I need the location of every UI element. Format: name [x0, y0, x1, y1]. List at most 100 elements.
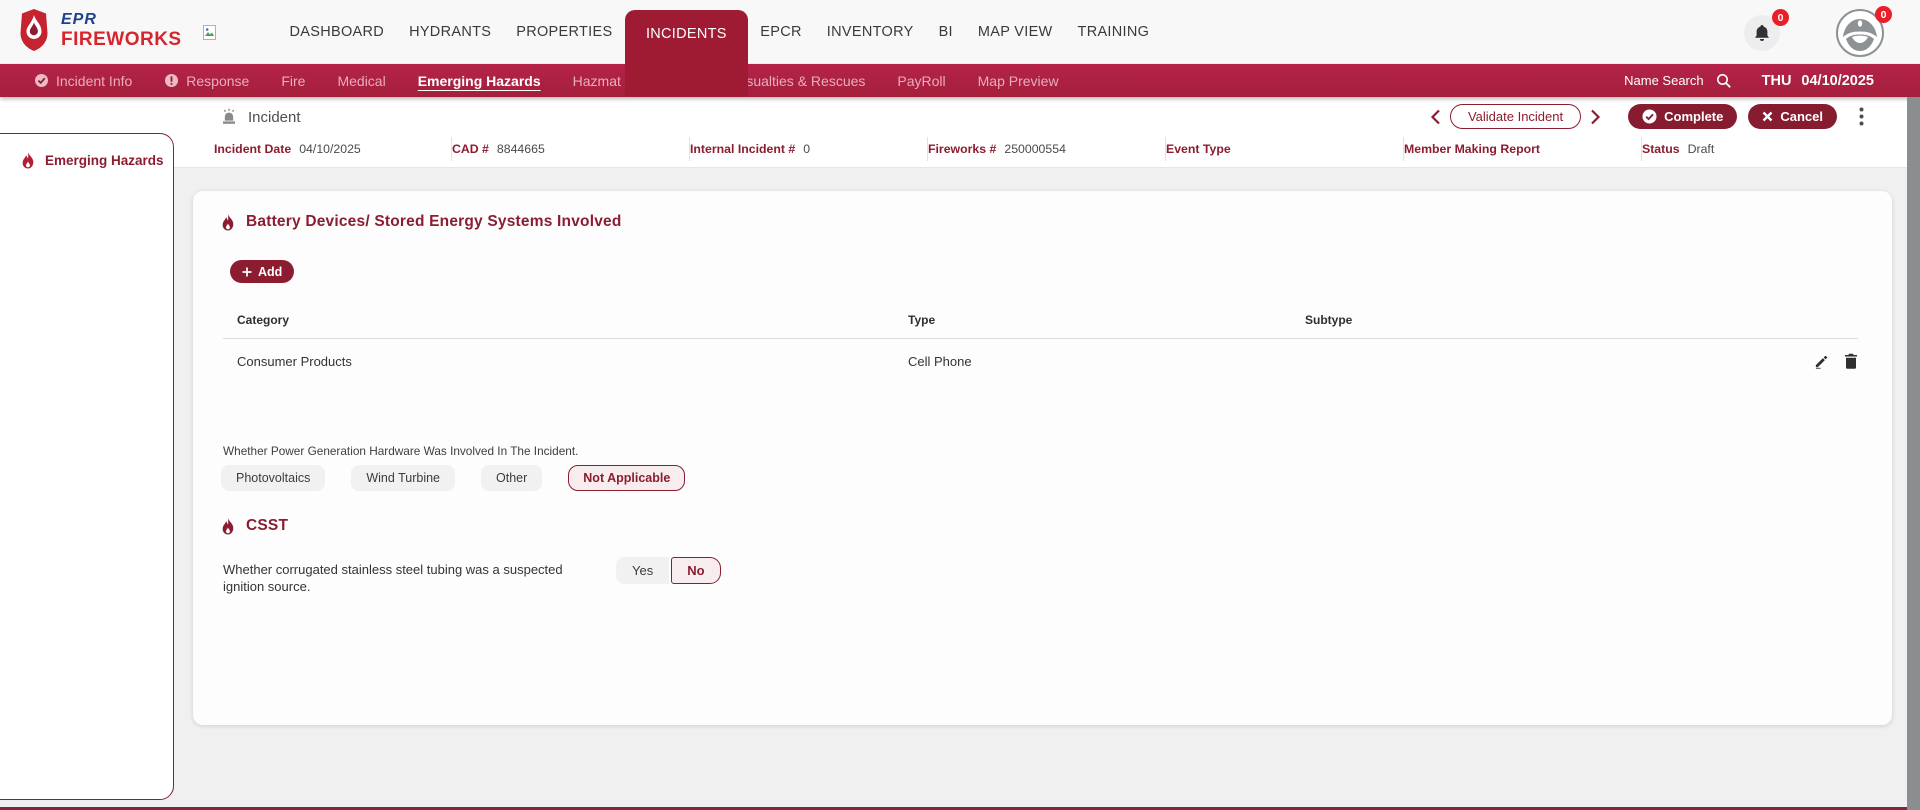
subnav-payroll[interactable]: PayRoll	[881, 73, 961, 89]
field-label: Internal Incident #	[690, 142, 795, 156]
trash-icon	[1844, 353, 1858, 369]
brand-name: EPR FIREWORKS	[61, 12, 182, 49]
date-day: THU	[1762, 73, 1792, 89]
subnav-label: Casualties & Rescues	[728, 73, 865, 89]
nav-dashboard[interactable]: DASHBOARD	[277, 24, 397, 40]
field-label: Event Type	[1166, 142, 1231, 156]
field-member-making-report: Member Making Report	[1404, 137, 1642, 161]
field-value: 250000554	[1004, 142, 1066, 156]
col-type: Type	[908, 313, 1305, 327]
nav-properties[interactable]: PROPERTIES	[504, 24, 625, 40]
delete-row-button[interactable]	[1844, 353, 1858, 369]
avatar-badge: 0	[1875, 6, 1892, 23]
sidebar-item-emerging-hazards[interactable]: Emerging Hazards	[0, 134, 173, 169]
subnav-right-tools: Name Search THU 04/10/2025	[1624, 73, 1874, 89]
cell-category: Consumer Products	[237, 354, 908, 369]
vertical-scrollbar[interactable]	[1907, 97, 1920, 810]
subnav-label: Fire	[281, 73, 305, 89]
nav-map-view[interactable]: MAP VIEW	[965, 24, 1065, 40]
chevron-right-icon	[1590, 109, 1601, 125]
siren-icon	[220, 108, 238, 126]
option-wind-turbine[interactable]: Wind Turbine	[351, 465, 455, 491]
next-incident-button[interactable]	[1585, 109, 1606, 125]
top-app-bar: EPR FIREWORKS DASHBOARD HYDRANTS PROPERT…	[0, 0, 1920, 64]
complete-button[interactable]: Complete	[1628, 104, 1737, 129]
x-icon	[1762, 111, 1773, 122]
prev-incident-button[interactable]	[1425, 109, 1446, 125]
nav-epcr[interactable]: EPCR	[748, 24, 815, 40]
field-label: Status	[1642, 142, 1680, 156]
field-value: 04/10/2025	[299, 142, 361, 156]
chevron-left-icon	[1430, 109, 1441, 125]
csst-no-button[interactable]: No	[671, 557, 720, 584]
field-fireworks-number: Fireworks # 250000554	[928, 137, 1166, 161]
csst-yes-button[interactable]: Yes	[616, 557, 669, 584]
nav-incidents[interactable]: INCIDENTS	[625, 10, 748, 97]
incident-actions: Validate Incident Complete Cancel	[1425, 104, 1868, 129]
subnav-label: Medical	[337, 73, 385, 89]
field-label: Member Making Report	[1404, 142, 1540, 156]
field-incident-date: Incident Date 04/10/2025	[214, 137, 452, 161]
subnav-medical[interactable]: Medical	[321, 73, 401, 89]
subnav-label: PayRoll	[897, 73, 945, 89]
power-generation-options: Photovoltaics Wind Turbine Other Not App…	[221, 465, 685, 491]
kebab-menu-icon	[1859, 107, 1864, 126]
name-search-label[interactable]: Name Search	[1624, 73, 1703, 88]
subnav-emerging-hazards[interactable]: Emerging Hazards	[402, 73, 557, 89]
subnav-label: Incident Info	[56, 73, 132, 89]
battery-section-title: Battery Devices/ Stored Energy Systems I…	[246, 213, 622, 231]
subnav-fire[interactable]: Fire	[265, 73, 321, 89]
field-event-type: Event Type	[1166, 137, 1404, 161]
nav-inventory[interactable]: INVENTORY	[814, 24, 926, 40]
csst-question-row: Whether corrugated stainless steel tubin…	[223, 557, 721, 596]
field-label: Fireworks #	[928, 142, 996, 156]
current-date: THU 04/10/2025	[1762, 73, 1874, 89]
option-photovoltaics[interactable]: Photovoltaics	[221, 465, 325, 491]
search-icon	[1716, 73, 1732, 89]
nav-hydrants[interactable]: HYDRANTS	[397, 24, 504, 40]
incident-section-nav: Incident Info Response Fire Medical Emer…	[0, 64, 1920, 97]
bell-icon	[1753, 24, 1771, 43]
incident-info-row: Incident Date 04/10/2025 CAD # 8844665 I…	[214, 136, 1880, 162]
edit-row-button[interactable]	[1814, 353, 1829, 369]
search-button[interactable]	[1716, 73, 1732, 89]
cancel-button[interactable]: Cancel	[1748, 104, 1837, 129]
subnav-map-preview[interactable]: Map Preview	[962, 73, 1075, 89]
incident-title: Incident	[220, 108, 301, 126]
subnav-response[interactable]: Response	[148, 73, 265, 89]
field-label: CAD #	[452, 142, 489, 156]
field-label: Incident Date	[214, 142, 291, 156]
power-generation-question: Whether Power Generation Hardware Was In…	[223, 444, 578, 458]
check-circle-icon	[1642, 109, 1657, 124]
option-other[interactable]: Other	[481, 465, 542, 491]
brand-line2: FIREWORKS	[61, 30, 182, 49]
sidebar-item-label: Emerging Hazards	[45, 153, 164, 168]
check-circle-icon	[34, 73, 49, 88]
csst-yes-no-toggle: Yes No	[616, 557, 721, 584]
validate-incident-button[interactable]: Validate Incident	[1450, 104, 1581, 129]
csst-question-text: Whether corrugated stainless steel tubin…	[223, 562, 588, 596]
add-button-label: Add	[258, 265, 282, 279]
option-not-applicable[interactable]: Not Applicable	[568, 465, 685, 491]
csst-section-heading: CSST	[221, 517, 288, 535]
nav-training[interactable]: TRAINING	[1065, 24, 1162, 40]
brand-logo[interactable]: EPR FIREWORKS	[16, 9, 182, 51]
left-sidebar: Emerging Hazards	[0, 133, 174, 800]
incident-title-label: Incident	[248, 109, 301, 126]
nav-bi[interactable]: BI	[926, 24, 965, 40]
brand-line1: EPR	[61, 12, 182, 28]
more-options-button[interactable]	[1855, 107, 1868, 126]
field-value: 8844665	[497, 142, 545, 156]
cell-type: Cell Phone	[908, 354, 1305, 369]
row-actions	[1788, 353, 1858, 369]
field-status: Status Draft	[1642, 137, 1880, 161]
complete-label: Complete	[1664, 109, 1723, 124]
battery-section-heading: Battery Devices/ Stored Energy Systems I…	[221, 213, 622, 231]
brand-flame-icon	[16, 9, 52, 51]
flame-icon	[221, 214, 235, 231]
add-battery-device-button[interactable]: Add	[230, 260, 294, 283]
primary-navigation: DASHBOARD HYDRANTS PROPERTIES INCIDENTS …	[277, 0, 1162, 64]
table-header-row: Category Type Subtype	[223, 313, 1858, 339]
date-value: 04/10/2025	[1801, 73, 1874, 89]
subnav-incident-info[interactable]: Incident Info	[18, 73, 148, 89]
